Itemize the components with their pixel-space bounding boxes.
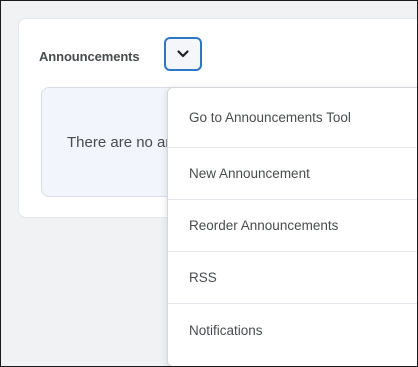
announcements-dropdown-menu: Go to Announcements Tool New Announcemen… [167, 87, 418, 367]
widget-title: Announcements [39, 49, 140, 64]
menu-item-label: Reorder Announcements [189, 218, 339, 233]
announcements-menu-button[interactable] [164, 37, 202, 71]
menu-item-rss[interactable]: RSS [168, 252, 418, 304]
menu-item-go-to-announcements-tool[interactable]: Go to Announcements Tool [168, 88, 418, 148]
menu-item-label: Go to Announcements Tool [189, 110, 351, 125]
menu-item-label: New Announcement [189, 166, 310, 181]
menu-item-notifications[interactable]: Notifications [168, 304, 418, 356]
menu-item-label: Notifications [189, 322, 263, 338]
menu-item-label: RSS [189, 270, 217, 285]
chevron-down-icon [177, 50, 189, 58]
menu-item-new-announcement[interactable]: New Announcement [168, 148, 418, 200]
menu-item-reorder-announcements[interactable]: Reorder Announcements [168, 200, 418, 252]
